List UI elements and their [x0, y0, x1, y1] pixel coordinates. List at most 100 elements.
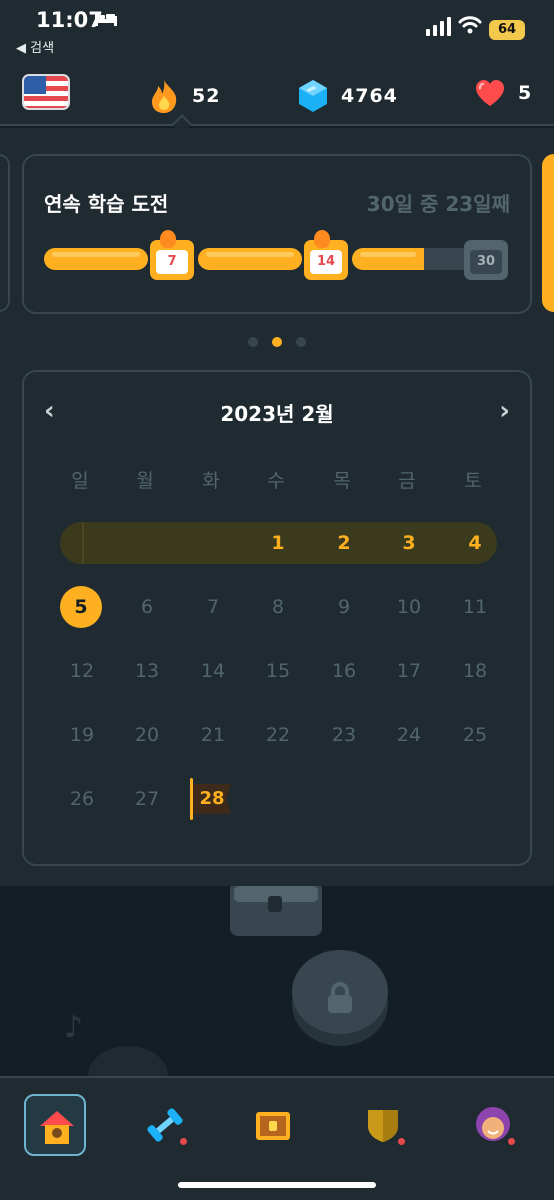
treasure-chest-icon — [256, 1112, 290, 1140]
calendar-day[interactable]: 26 — [60, 784, 104, 814]
page-dot[interactable] — [248, 337, 258, 347]
calendar-day[interactable]: 17 — [387, 656, 431, 686]
calendar-month-title: 2023년 2월 — [220, 402, 334, 426]
calendar-day[interactable]: 7 — [191, 592, 235, 622]
page-dot-active[interactable] — [272, 337, 282, 347]
top-stats-bar: 52 4764 5 — [0, 58, 554, 126]
home-indicator[interactable] — [178, 1182, 376, 1188]
calendar-day[interactable]: 18 — [453, 656, 497, 686]
streak-challenge-card[interactable]: 연속 학습 도전 30일 중 23일째 7 14 30 — [22, 154, 532, 314]
calendar-day[interactable]: 27 — [125, 784, 169, 814]
milestone-locked-calendar-icon: 30 — [464, 234, 508, 280]
calendar-day-streak[interactable]: 4 — [453, 528, 497, 558]
progress-segment-3-empty — [424, 248, 464, 270]
calendar-day[interactable]: 9 — [322, 592, 366, 622]
calendar-day[interactable]: 20 — [125, 720, 169, 750]
house-icon — [40, 1111, 74, 1144]
tab-profile[interactable] — [462, 1094, 524, 1156]
next-card-peek[interactable] — [542, 154, 554, 312]
progress-shine — [52, 252, 140, 257]
calendar-day-streak[interactable]: 2 — [322, 528, 366, 558]
chest-lock — [268, 896, 282, 912]
calendar-day[interactable]: 21 — [191, 720, 235, 750]
page-dot[interactable] — [296, 337, 306, 347]
previous-card-peek[interactable] — [0, 154, 10, 312]
back-to-search-link[interactable]: ◀ 검색 — [16, 37, 54, 56]
carousel-page-indicator — [248, 337, 306, 347]
gems-count: 4764 — [341, 85, 398, 107]
notification-dot — [506, 1136, 517, 1147]
tab-home[interactable] — [24, 1094, 86, 1156]
calendar-day[interactable]: 8 — [256, 592, 300, 622]
notification-dot — [396, 1136, 407, 1147]
streak-stat[interactable]: 52 — [148, 78, 220, 114]
learning-path-area: ♪ — [0, 886, 554, 1076]
notification-dot — [178, 1136, 189, 1147]
weekday-label: 토 — [464, 470, 482, 492]
calendar-day[interactable]: 16 — [322, 656, 366, 686]
milestone-label: 30 — [470, 250, 502, 274]
weekday-label: 월 — [136, 470, 154, 492]
cellular-signal-icon — [426, 17, 451, 36]
calendar-day[interactable]: 13 — [125, 656, 169, 686]
flame-icon — [152, 80, 177, 113]
calendar-day-today[interactable]: 5 — [60, 586, 102, 628]
hearts-stat[interactable]: 5 — [474, 78, 532, 108]
flag-canton — [24, 76, 46, 94]
streak-band-start — [60, 522, 84, 564]
goal-flag-pole — [190, 778, 193, 820]
calendar-day[interactable]: 23 — [322, 720, 366, 750]
calendar-day[interactable]: 19 — [60, 720, 104, 750]
streak-count: 52 — [192, 85, 221, 107]
milestone-flame — [160, 230, 176, 248]
milestone-calendar-icon: 14 — [304, 230, 348, 280]
calendar-day[interactable]: 24 — [387, 720, 431, 750]
weekday-label: 수 — [267, 470, 285, 492]
status-time: 11:07 — [36, 8, 103, 32]
hearts-count: 5 — [518, 82, 533, 104]
battery-icon: 64 — [489, 20, 525, 40]
heart-icon — [476, 80, 504, 106]
progress-segment-2 — [198, 248, 302, 270]
gem-icon — [299, 80, 327, 112]
streak-calendar: ‹ 2023년 2월 › 일 월 화 수 목 금 토 1 2 3 4 5 6 7… — [22, 370, 532, 866]
calendar-day[interactable]: 6 — [125, 592, 169, 622]
progress-segment-3-filled — [352, 248, 424, 270]
tab-leaderboard[interactable] — [352, 1094, 414, 1156]
weekday-label: 화 — [202, 470, 220, 492]
challenge-title: 연속 학습 도전 — [44, 192, 169, 216]
music-note-icon: ♪ — [64, 1010, 84, 1045]
treasure-chest-icon[interactable] — [230, 886, 322, 936]
weekday-label: 금 — [398, 470, 416, 492]
milestone-label: 7 — [156, 250, 188, 274]
progress-segment-1 — [44, 248, 148, 270]
progress-shine — [360, 252, 416, 257]
us-flag-icon[interactable] — [22, 74, 70, 110]
calendar-day[interactable]: 15 — [256, 656, 300, 686]
weekday-label: 일 — [71, 470, 89, 492]
calendar-day-streak[interactable]: 1 — [256, 528, 300, 558]
battery-level: 64 — [497, 22, 517, 37]
calendar-day[interactable]: 14 — [191, 656, 235, 686]
milestone-flame — [314, 230, 330, 248]
calendar-day[interactable]: 11 — [453, 592, 497, 622]
calendar-day-streak[interactable]: 3 — [387, 528, 431, 558]
calendar-day[interactable]: 10 — [387, 592, 431, 622]
tab-practice[interactable] — [134, 1094, 196, 1156]
lock-icon — [328, 982, 352, 1013]
challenge-progress-text: 30일 중 23일째 — [366, 192, 510, 216]
status-bar: 11:07 ◀ 검색 64 — [0, 0, 554, 58]
progress-shine — [206, 252, 294, 257]
gems-stat[interactable]: 4764 — [297, 78, 398, 114]
wifi-icon — [458, 16, 482, 34]
calendar-day[interactable]: 22 — [256, 720, 300, 750]
weekday-label: 목 — [333, 470, 351, 492]
bed-icon — [95, 12, 117, 26]
tab-chest[interactable] — [242, 1094, 304, 1156]
calendar-day[interactable]: 12 — [60, 656, 104, 686]
calendar-day-goal-flag[interactable]: 28 — [193, 784, 231, 814]
calendar-day[interactable]: 25 — [453, 720, 497, 750]
next-month-button[interactable]: › — [499, 396, 510, 426]
milestone-label: 14 — [310, 250, 342, 274]
milestone-calendar-icon: 7 — [150, 230, 194, 280]
